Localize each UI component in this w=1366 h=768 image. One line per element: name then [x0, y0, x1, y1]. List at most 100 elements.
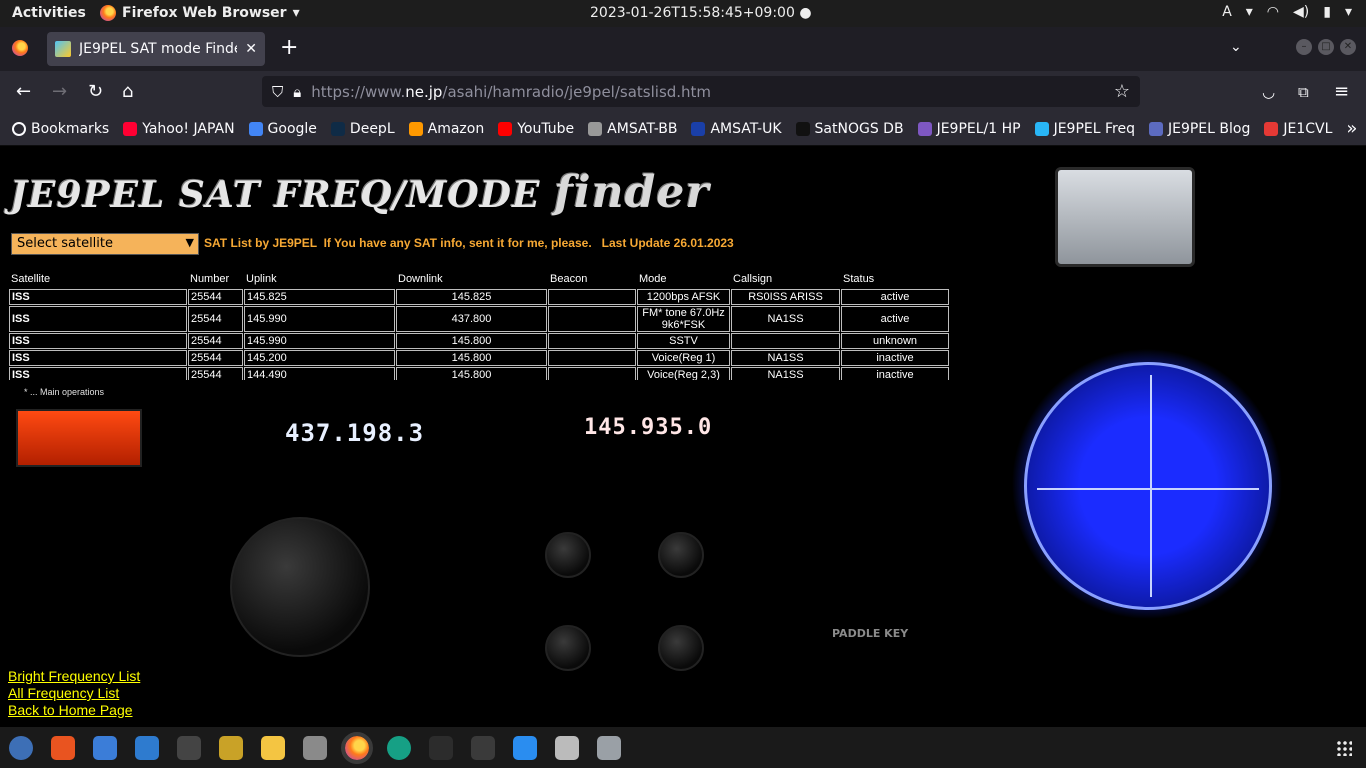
bookmark-item[interactable]: Yahoo! JAPAN	[123, 121, 235, 137]
reload-icon[interactable]: ↻	[88, 81, 103, 102]
dock	[0, 727, 1366, 768]
firefox-icon[interactable]	[341, 731, 373, 764]
minimize-icon[interactable]: –	[1296, 39, 1312, 55]
azimuth-h-line	[1037, 488, 1259, 490]
cell-downlink: 145.800	[396, 367, 547, 380]
bookmark-star-icon[interactable]: ☆	[1114, 81, 1130, 102]
azimuth-v-line	[1150, 375, 1152, 597]
show-apps-icon[interactable]	[1336, 740, 1352, 756]
notes-icon[interactable]	[93, 735, 117, 760]
firefox-view-icon[interactable]	[12, 40, 28, 56]
cell-callsign: NA1SS	[731, 350, 840, 366]
cell-mode: Voice(Reg 2,3)	[637, 367, 730, 380]
software-icon[interactable]	[51, 735, 75, 760]
back-to-home-link[interactable]: Back to Home Page	[8, 702, 140, 719]
cell-uplink: 144.490	[244, 367, 395, 380]
satellite-select[interactable]: Select satellite ▼	[11, 233, 199, 255]
bookmark-item[interactable]: SatNOGS DB	[795, 121, 904, 137]
bright-frequency-list-link[interactable]: Bright Frequency List	[8, 668, 140, 685]
terminal-icon[interactable]	[429, 735, 453, 760]
forward-icon[interactable]: →	[52, 81, 67, 102]
tab-je9pel[interactable]: JE9PEL SAT mode Finder ✕	[47, 32, 265, 66]
url-text[interactable]: https://www.ne.jp/asahi/hamradio/je9pel/…	[311, 83, 711, 101]
volume-icon: ◀)	[1293, 4, 1310, 20]
cell-status: inactive	[841, 367, 949, 380]
bookmark-favicon-icon	[1148, 121, 1163, 136]
bookmark-favicon-icon	[1264, 121, 1279, 136]
help-icon[interactable]	[9, 735, 33, 760]
bookmark-item[interactable]: YouTube	[498, 121, 574, 137]
bookmark-favicon-icon	[330, 121, 345, 136]
thunderbird-icon[interactable]	[135, 735, 159, 760]
chevron-down-icon: ▾	[1245, 4, 1253, 20]
list-all-tabs-icon[interactable]: ⌄	[1230, 39, 1242, 55]
system-monitor-icon[interactable]	[471, 735, 495, 760]
bookmark-item[interactable]: JE9PEL Blog	[1148, 121, 1250, 137]
bookmark-item[interactable]: AMSAT-BB	[588, 121, 677, 137]
clock[interactable]: 2023-01-26T15:58:45+09:00 ●	[590, 5, 812, 21]
maximize-icon[interactable]: □	[1318, 39, 1334, 55]
url-bar[interactable]: ⛉ 🔒︎ https://www.ne.jp/asahi/hamradio/je…	[262, 76, 1140, 107]
files-icon[interactable]	[303, 735, 327, 760]
bookmark-item[interactable]: Google	[248, 121, 317, 137]
home-icon[interactable]: ⌂	[122, 81, 133, 102]
bookmark-label: Bookmarks	[31, 120, 110, 137]
lock-icon[interactable]: 🔒︎	[293, 83, 301, 101]
cell-status: active	[841, 306, 949, 332]
all-frequency-list-link[interactable]: All Frequency List	[8, 685, 140, 702]
cell-satellite: ISS	[9, 367, 187, 380]
azimuth-indicator-image	[1024, 362, 1272, 610]
satellite-dish-icon[interactable]	[597, 735, 621, 760]
bookmark-item[interactable]: Amazon	[408, 121, 484, 137]
menu-icon[interactable]: ≡	[1334, 81, 1349, 102]
bookmark-item[interactable]: JE1CVL	[1264, 121, 1332, 137]
page-title: JE9PEL SAT FREQ/MODE finder	[10, 167, 710, 218]
bookmark-label: AMSAT-UK	[710, 120, 782, 137]
col-callsign: Callsign	[733, 273, 773, 285]
system-top-bar: Activities Firefox Web Browser ▾ 2023-01…	[0, 0, 1366, 27]
footnote: * ... Main operations	[24, 387, 105, 397]
bookmarks-toolbar: Bookmarks Yahoo! JAPAN Google DeepL Amazon Yo…	[0, 112, 1366, 146]
cell-callsign: RS0ISS ARISS	[731, 289, 840, 305]
bookmark-label: JE9PEL Freq	[1053, 120, 1135, 137]
new-tab-button[interactable]: +	[280, 35, 298, 60]
shield-icon[interactable]: ⛉	[272, 83, 283, 101]
extensions-icon[interactable]: ⧉	[1298, 83, 1309, 101]
bookmark-item[interactable]: Bookmarks	[12, 121, 109, 137]
system-tray[interactable]: A ▾ ◠ ◀) ▮ ▾	[1222, 4, 1352, 20]
cell-status: active	[841, 289, 949, 305]
pocket-icon[interactable]: ◡	[1262, 83, 1275, 101]
map-icon[interactable]	[513, 735, 537, 760]
back-icon[interactable]: ←	[16, 81, 31, 102]
col-satellite: Satellite	[11, 273, 51, 285]
bookmark-favicon-icon	[691, 121, 706, 136]
cell-number: 25544	[188, 306, 243, 332]
app-menu[interactable]: Firefox Web Browser ▾	[100, 5, 300, 21]
more-bookmarks-icon[interactable]: »	[1346, 118, 1357, 139]
col-uplink: Uplink	[246, 273, 277, 285]
close-tab-icon[interactable]: ✕	[245, 41, 257, 57]
bookmark-label: JE9PEL/1 HP	[936, 120, 1021, 137]
table-row: ISS 25544 145.200 145.800 Voice(Reg 1) NA1SS i…	[9, 350, 949, 366]
tab-strip: JE9PEL SAT mode Finder ✕ + ⌄ – □ ✕	[0, 27, 1366, 71]
firefox-icon	[100, 5, 116, 21]
wifi-icon: ◠	[1266, 4, 1280, 20]
close-window-icon[interactable]: ✕	[1340, 39, 1356, 55]
text-editor-icon[interactable]	[261, 735, 285, 760]
wand-icon[interactable]	[219, 735, 243, 760]
bookmark-item[interactable]: DeepL	[330, 121, 395, 137]
bookmark-item[interactable]: AMSAT-UK	[691, 120, 782, 137]
input-method-indicator[interactable]: A	[1222, 4, 1232, 20]
bookmark-item[interactable]: JE9PEL Freq	[1034, 120, 1135, 137]
activities-button[interactable]: Activities	[12, 5, 86, 21]
headset-icon[interactable]	[177, 735, 201, 760]
cell-callsign: NA1SS	[731, 306, 840, 332]
cell-status: unknown	[841, 333, 949, 349]
cell-uplink: 145.825	[244, 289, 395, 305]
cell-number: 25544	[188, 367, 243, 380]
settings-icon[interactable]	[555, 735, 579, 760]
cell-number: 25544	[188, 333, 243, 349]
bookmark-item[interactable]: JE9PEL/1 HP	[917, 120, 1021, 137]
satellite-tracker-icon[interactable]	[387, 735, 411, 760]
satellite-table-frame[interactable]: Satellite Number Uplink Downlink Beacon …	[8, 269, 960, 380]
